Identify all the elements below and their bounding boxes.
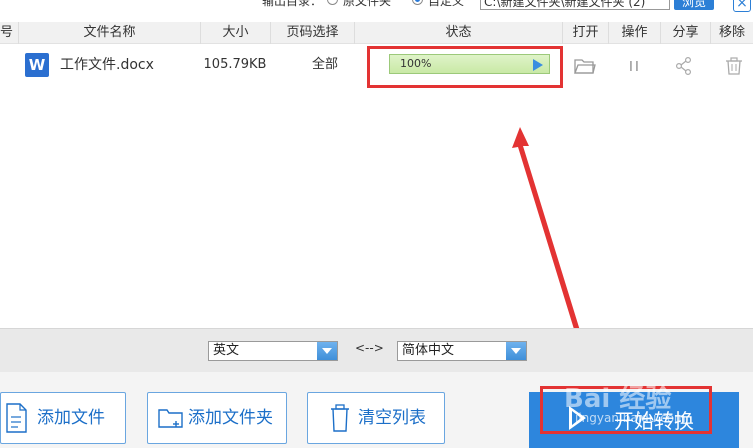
clear-trash-icon xyxy=(331,404,349,432)
add-folder-label: 添加文件夹 xyxy=(188,408,273,428)
add-file-label: 添加文件 xyxy=(37,408,105,428)
col-remove: 移除 xyxy=(710,22,753,44)
file-size: 105.79KB xyxy=(203,57,267,72)
target-language-value: 简体中文 xyxy=(402,343,455,358)
close-button[interactable]: × xyxy=(733,0,751,12)
watermark-url: jingyan.baidu.com xyxy=(575,411,686,425)
trash-icon[interactable] xyxy=(723,56,745,76)
open-folder-icon[interactable] xyxy=(574,56,596,76)
page-selection[interactable]: 全部 xyxy=(270,44,380,86)
add-file-button[interactable]: 添加文件 xyxy=(0,392,126,444)
add-folder-button[interactable]: 添加文件夹 xyxy=(147,392,287,444)
source-language-select[interactable]: 英文 xyxy=(208,341,338,361)
file-name: 工作文件.docx xyxy=(60,57,154,73)
add-file-icon xyxy=(6,403,27,433)
col-filename: 文件名称 xyxy=(18,22,200,44)
swap-languages-icon[interactable]: <--> xyxy=(355,341,384,355)
share-icon[interactable] xyxy=(673,56,695,76)
pause-icon[interactable] xyxy=(623,56,645,76)
app-window: 输出目录： 原文件夹 自定义 C:\新建文件夹\新建文件夹 (2) 浏览 × 号… xyxy=(0,0,753,448)
browse-button[interactable]: 浏览 xyxy=(674,0,714,10)
source-language-value: 英文 xyxy=(213,343,240,358)
col-status: 状态 xyxy=(354,22,562,44)
col-share: 分享 xyxy=(660,22,710,44)
col-action: 操作 xyxy=(608,22,660,44)
add-folder-icon xyxy=(158,409,183,428)
chevron-down-icon[interactable] xyxy=(317,342,337,360)
option-source-folder-label: 原文件夹 xyxy=(343,0,392,8)
col-open: 打开 xyxy=(562,22,608,44)
clear-list-button[interactable]: 清空列表 xyxy=(307,392,445,444)
option-custom-folder-label: 自定义 xyxy=(428,0,465,8)
status-highlight-box xyxy=(367,46,563,88)
output-path-field[interactable]: C:\新建文件夹\新建文件夹 (2) xyxy=(480,0,670,10)
col-size: 大小 xyxy=(200,22,270,44)
table-header: 号 文件名称 大小 页码选择 状态 打开 操作 分享 移除 xyxy=(0,22,753,44)
output-bar: 输出目录： 原文件夹 自定义 C:\新建文件夹\新建文件夹 (2) 浏览 × xyxy=(0,0,753,18)
chevron-down-icon[interactable] xyxy=(506,342,526,360)
target-language-select[interactable]: 简体中文 xyxy=(397,341,527,361)
word-file-icon: W xyxy=(25,53,49,77)
clear-list-label: 清空列表 xyxy=(358,408,426,428)
col-index: 号 xyxy=(0,25,14,40)
col-pages: 页码选择 xyxy=(270,22,354,44)
radio-custom-folder[interactable] xyxy=(412,0,423,5)
radio-source-folder[interactable] xyxy=(327,0,338,5)
output-label: 输出目录： xyxy=(262,0,323,8)
baidu-watermark: Bai 经验 xyxy=(564,384,672,414)
